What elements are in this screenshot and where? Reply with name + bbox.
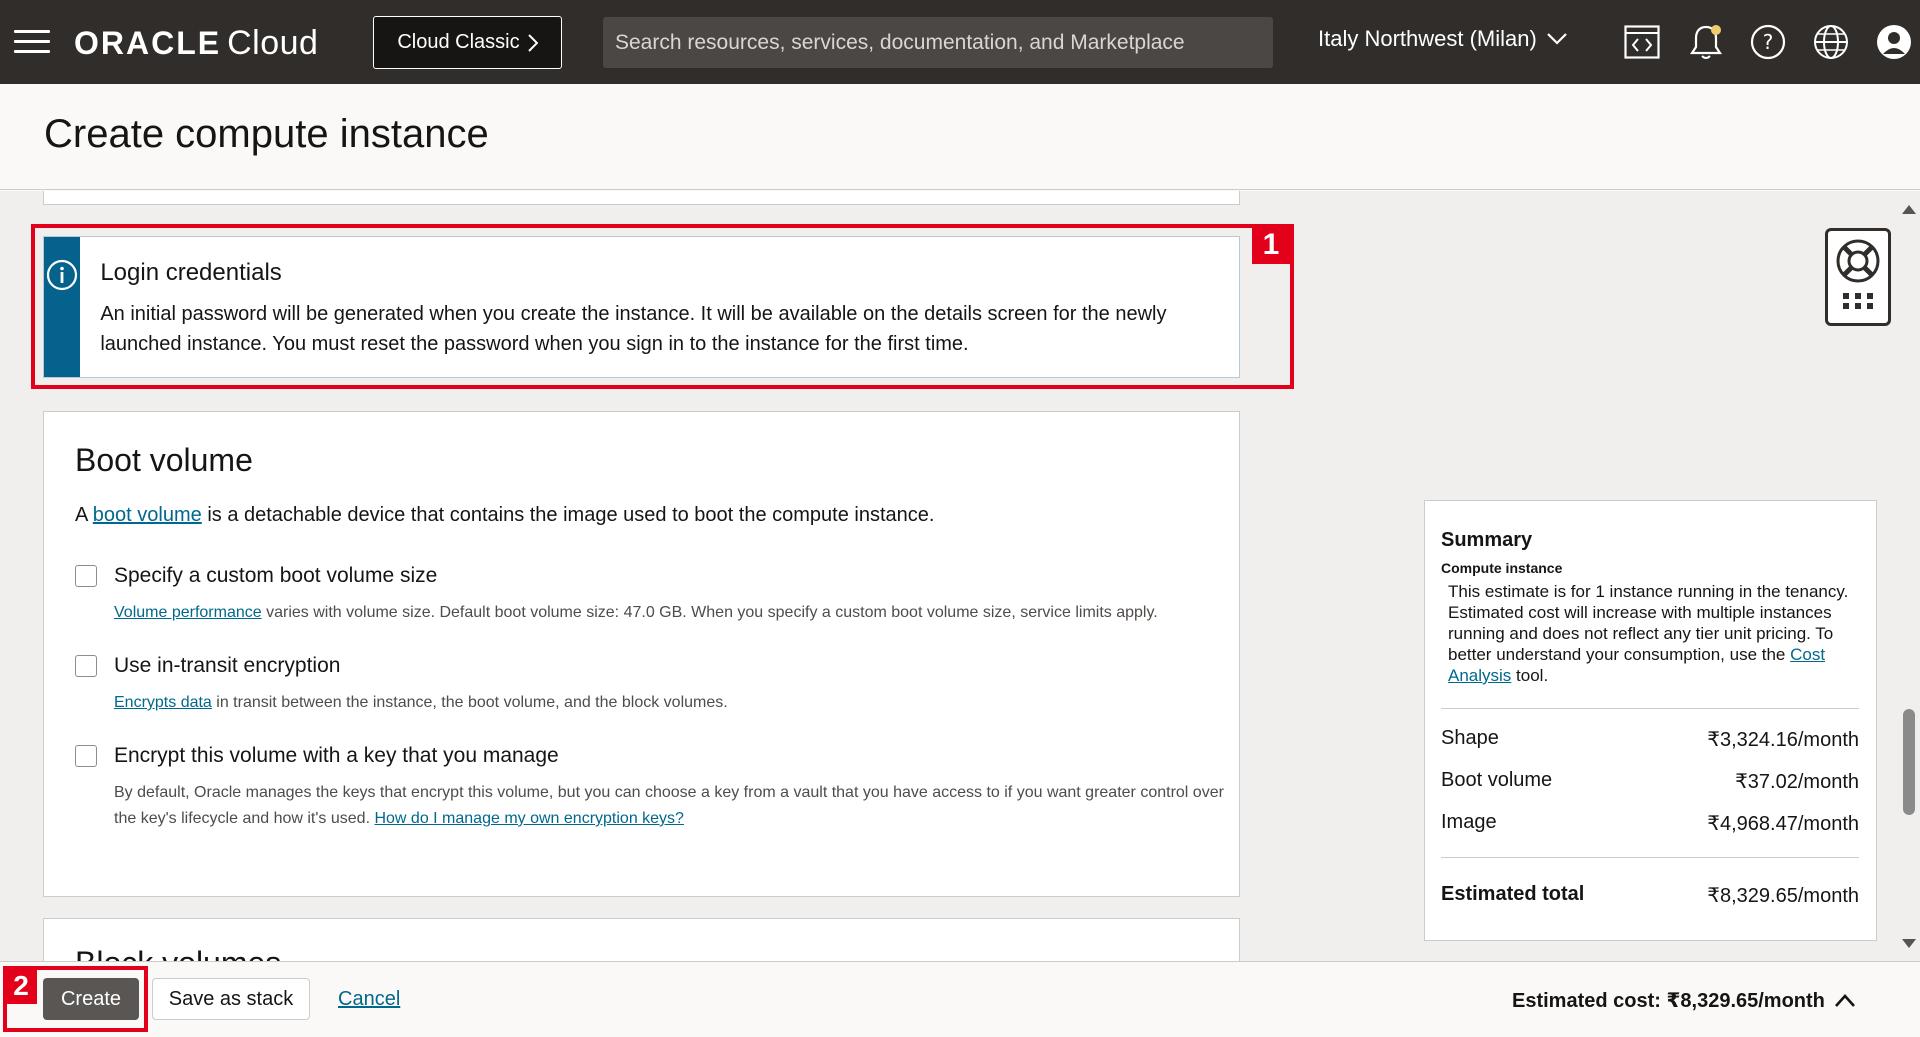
boot-desc-prefix: A xyxy=(75,504,93,526)
boot-volume-title: Boot volume xyxy=(75,442,253,478)
custom-boot-volume-size-help: Volume performance varies with volume si… xyxy=(114,600,1224,626)
summary-row-image: Image ₹4,968.47/month xyxy=(1441,811,1859,836)
form-content-area: Login credentials An initial password wi… xyxy=(0,191,1920,961)
summary-row-value: ₹3,324.16/month xyxy=(1707,729,1859,751)
boot-volume-description: A boot volume is a detachable device tha… xyxy=(75,504,934,527)
logo-oracle-text: ORACLE xyxy=(74,25,222,61)
summary-row-value: ₹37.02/month xyxy=(1735,771,1859,793)
region-label: Italy Northwest (Milan) xyxy=(1318,26,1537,51)
cancel-link[interactable]: Cancel xyxy=(338,988,400,1011)
summary-row-label: Boot volume xyxy=(1441,769,1553,791)
action-footer: 2 Create Save as stack Cancel Estimated … xyxy=(0,961,1920,1037)
summary-subtitle: Compute instance xyxy=(1441,560,1563,576)
notifications-bell-icon[interactable] xyxy=(1686,22,1726,62)
in-transit-encryption-checkbox[interactable] xyxy=(75,655,97,677)
scroll-up-arrow[interactable] xyxy=(1902,205,1916,214)
page-title: Create compute instance xyxy=(44,112,489,156)
summary-row-value: ₹4,968.47/month xyxy=(1707,813,1859,835)
top-navigation-bar: ORACLE Cloud Cloud Classic Search resourc… xyxy=(0,0,1920,84)
summary-row-total: Estimated total ₹8,329.65/month xyxy=(1441,883,1859,908)
summary-divider xyxy=(1441,857,1859,858)
boot-volume-link[interactable]: boot volume xyxy=(93,504,202,526)
previous-section-card xyxy=(43,191,1240,205)
menu-icon[interactable] xyxy=(14,30,50,54)
language-globe-icon[interactable] xyxy=(1811,22,1851,62)
cloud-classic-button[interactable]: Cloud Classic xyxy=(373,16,562,69)
customer-managed-key-label[interactable]: Encrypt this volume with a key that you … xyxy=(114,744,559,768)
help-center-widget[interactable] xyxy=(1825,228,1891,326)
encrypts-data-link[interactable]: Encrypts data xyxy=(114,694,212,711)
help-icon[interactable]: ? xyxy=(1748,22,1788,62)
summary-note: This estimate is for 1 instance running … xyxy=(1448,581,1863,686)
scrollbar-thumb[interactable] xyxy=(1903,709,1915,815)
customer-managed-key-checkbox[interactable] xyxy=(75,745,97,767)
user-profile-icon[interactable] xyxy=(1874,22,1914,62)
summary-row-shape: Shape ₹3,324.16/month xyxy=(1441,727,1859,752)
boot-desc-suffix: is a detachable device that contains the… xyxy=(201,504,935,526)
create-button[interactable]: Create xyxy=(43,978,139,1020)
summary-total-label: Estimated total xyxy=(1441,883,1585,905)
cloud-classic-label: Cloud Classic xyxy=(397,31,520,53)
region-selector[interactable]: Italy Northwest (Milan) xyxy=(1318,26,1567,52)
summary-row-label: Shape xyxy=(1441,727,1499,749)
logo-cloud-text: Cloud xyxy=(227,24,319,62)
manage-encryption-keys-link[interactable]: How do I manage my own encryption keys? xyxy=(374,810,683,827)
code-editor-icon[interactable] xyxy=(1622,22,1662,62)
summary-title: Summary xyxy=(1441,529,1533,551)
in-transit-encryption-label[interactable]: Use in-transit encryption xyxy=(114,654,340,678)
summary-row-boot-volume: Boot volume ₹37.02/month xyxy=(1441,769,1859,794)
in-transit-help-text: in transit between the instance, the boo… xyxy=(211,694,728,711)
summary-note-text: This estimate is for 1 instance running … xyxy=(1448,582,1849,664)
save-as-stack-button[interactable]: Save as stack xyxy=(152,978,310,1020)
summary-note-suffix: tool. xyxy=(1511,666,1549,685)
estimated-cost-toggle[interactable]: Estimated cost: ₹8,329.65/month xyxy=(1512,988,1855,1013)
search-input[interactable]: Search resources, services, documentatio… xyxy=(603,17,1273,68)
grid-dots-icon xyxy=(1843,293,1873,309)
customer-managed-key-help: By default, Oracle manages the keys that… xyxy=(114,780,1224,832)
chevron-down-icon xyxy=(1547,33,1567,45)
estimated-cost-text: Estimated cost: ₹8,329.65/month xyxy=(1512,990,1825,1012)
block-volumes-section: Block volumes xyxy=(43,918,1240,961)
scroll-down-arrow[interactable] xyxy=(1902,939,1916,948)
summary-row-label: Image xyxy=(1441,811,1497,833)
chevron-up-icon xyxy=(1834,994,1855,1007)
page-header: Create compute instance xyxy=(0,84,1920,190)
oracle-cloud-logo[interactable]: ORACLE Cloud xyxy=(74,24,318,63)
boot-volume-section: Boot volume A boot volume is a detachabl… xyxy=(43,411,1240,897)
annotation-badge-1: 1 xyxy=(1252,226,1290,264)
chevron-right-icon xyxy=(527,33,538,52)
block-volumes-title: Block volumes xyxy=(75,945,281,961)
custom-boot-volume-size-checkbox[interactable] xyxy=(75,565,97,587)
summary-divider xyxy=(1441,708,1859,709)
annotation-highlight-1 xyxy=(31,224,1294,389)
custom-boot-help-text: varies with volume size. Default boot vo… xyxy=(261,604,1158,621)
cost-summary-panel: Summary Compute instance This estimate i… xyxy=(1424,500,1877,941)
volume-performance-link[interactable]: Volume performance xyxy=(114,604,262,621)
summary-total-value: ₹8,329.65/month xyxy=(1707,885,1859,907)
lifebuoy-icon xyxy=(1836,239,1880,283)
svg-text:?: ? xyxy=(1763,30,1774,54)
annotation-badge-2: 2 xyxy=(5,968,37,1004)
in-transit-encryption-help: Encrypts data in transit between the ins… xyxy=(114,690,1224,716)
custom-boot-volume-size-label[interactable]: Specify a custom boot volume size xyxy=(114,564,437,588)
